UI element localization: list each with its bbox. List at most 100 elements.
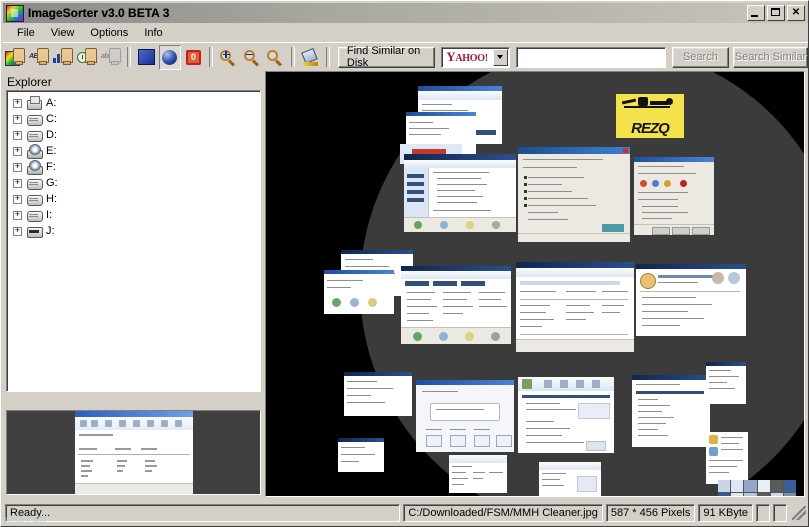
resize-grip[interactable]: [792, 506, 806, 520]
image-preview-pane[interactable]: [6, 410, 261, 495]
thumbnail-item[interactable]: [449, 455, 507, 493]
sort-by-date-button[interactable]: [76, 45, 98, 70]
search-button[interactable]: Search: [671, 46, 729, 68]
thumbnail-item[interactable]: [636, 264, 746, 336]
application-window: ImageSorter v3.0 BETA 3 ✕ File View Opti…: [0, 0, 809, 527]
thumbnail-item[interactable]: [416, 380, 514, 452]
status-file-size: 91 KByte: [698, 504, 753, 522]
mosaic-thumbnail-grid[interactable]: [718, 480, 796, 496]
cd-drive-icon: [26, 160, 43, 175]
tree-node-d[interactable]: + D:: [13, 127, 260, 143]
title-bar: ImageSorter v3.0 BETA 3 ✕: [3, 3, 808, 23]
expand-icon[interactable]: +: [13, 226, 22, 236]
thumbnail-item[interactable]: [338, 438, 384, 472]
bars-sort-icon: [53, 48, 73, 66]
color-sort-icon: [5, 48, 25, 66]
sort-by-color-button[interactable]: [4, 45, 26, 70]
chevron-down-icon[interactable]: [492, 48, 508, 66]
search-input[interactable]: [515, 46, 666, 68]
tree-node-j[interactable]: + J:: [13, 223, 260, 239]
tree-node-h[interactable]: + H:: [13, 191, 260, 207]
thumbnail-item[interactable]: [404, 154, 516, 232]
menu-bar: File View Options Info: [3, 24, 808, 41]
drive-label: G:: [46, 177, 58, 189]
close-button[interactable]: ✕: [787, 5, 805, 21]
expand-icon[interactable]: +: [13, 194, 22, 204]
preview-thumbnail: [74, 411, 193, 494]
thumbnail-item[interactable]: [632, 375, 710, 447]
thumbnail-item[interactable]: [516, 262, 634, 352]
window-controls: ✕: [747, 5, 805, 21]
tree-node-e[interactable]: + E:: [13, 143, 260, 159]
expand-icon[interactable]: +: [13, 162, 22, 172]
abc-sort-icon: ABC: [29, 48, 49, 66]
find-similar-on-disk-button[interactable]: Find Similar on Disk: [337, 45, 436, 69]
sort-by-name-button[interactable]: ABC: [28, 45, 50, 70]
window-title: ImageSorter v3.0 BETA 3: [28, 6, 170, 20]
thumb-statusbar: [74, 483, 193, 494]
cd-drive-icon: [26, 144, 43, 159]
rezo-graphic: [620, 96, 680, 110]
yahoo-logo: YAHOO!: [446, 49, 488, 64]
hard-drive-icon: [26, 176, 43, 190]
expand-icon[interactable]: +: [13, 130, 22, 140]
sort-by-size-button[interactable]: [52, 45, 74, 70]
thumbnail-item[interactable]: [706, 432, 748, 484]
drive-label: D:: [46, 129, 57, 141]
expand-icon[interactable]: +: [13, 146, 22, 156]
thumb-content: [74, 430, 193, 484]
toolbar-separator: [127, 47, 131, 67]
thumbnail-item[interactable]: [634, 157, 714, 235]
zoom-out-button[interactable]: [241, 45, 262, 70]
zoom-in-button[interactable]: [218, 45, 239, 70]
similarity-map-canvas[interactable]: REZQ: [265, 71, 805, 497]
toolbar-separator-4: [326, 47, 330, 67]
rezo-label: REZQ: [631, 120, 670, 137]
menu-view[interactable]: View: [43, 26, 83, 40]
menu-file[interactable]: File: [9, 26, 43, 40]
toolbar: ABC abc 0 Find Similar on Disk YAHOO! Se…: [3, 42, 809, 71]
tree-node-f[interactable]: + F:: [13, 159, 260, 175]
expand-icon[interactable]: +: [13, 178, 22, 188]
menu-options[interactable]: Options: [82, 26, 136, 40]
tree-node-a[interactable]: + A:: [13, 95, 260, 111]
toolbar-separator-2: [209, 47, 213, 67]
search-similar-button[interactable]: Search Similar: [733, 46, 809, 68]
thumbnail-item[interactable]: [539, 462, 601, 496]
thumb-toolbar: [74, 417, 193, 431]
thumbnail-item[interactable]: [324, 270, 394, 314]
background-color-button[interactable]: [300, 45, 321, 70]
expand-icon[interactable]: +: [13, 114, 22, 124]
expand-icon[interactable]: +: [13, 210, 22, 220]
menu-info[interactable]: Info: [136, 26, 170, 40]
thumbnail-item[interactable]: [518, 147, 630, 242]
thumbnail-item[interactable]: [344, 372, 412, 416]
thumbnail-item[interactable]: [518, 377, 614, 453]
view-3d-button[interactable]: [159, 44, 181, 70]
tree-node-c[interactable]: + C:: [13, 111, 260, 127]
paint-bucket-icon: [300, 47, 320, 66]
status-slot-2: [773, 504, 787, 522]
explorer-tree[interactable]: + A: + C: + D: + E: + F: + G: + H: + I: …: [6, 90, 261, 392]
removable-drive-icon: [26, 224, 43, 238]
hard-drive-icon: [26, 112, 43, 126]
rezo-logo-thumbnail[interactable]: REZQ: [616, 94, 684, 138]
drive-label: F:: [46, 161, 56, 173]
tree-node-i[interactable]: + I:: [13, 207, 260, 223]
zoom-reset-icon: [266, 49, 284, 67]
search-engine-dropdown[interactable]: YAHOO!: [441, 46, 510, 68]
status-text: Ready...: [5, 504, 401, 522]
zoom-in-icon: [219, 49, 237, 67]
thumbnail-item[interactable]: [401, 266, 511, 344]
status-dimensions: 587 * 456 Pixels: [605, 504, 696, 522]
toolbar-separator-3: [291, 47, 295, 67]
app-icon: [6, 4, 24, 22]
view-2d-button[interactable]: [136, 45, 157, 70]
maximize-button[interactable]: [767, 5, 785, 21]
zoom-reset-button[interactable]: [265, 45, 286, 70]
tree-node-g[interactable]: + G:: [13, 175, 260, 191]
minimize-button[interactable]: [747, 5, 765, 21]
expand-icon[interactable]: +: [13, 98, 22, 108]
stop-button[interactable]: 0: [183, 45, 204, 70]
thumbnail-item[interactable]: [706, 362, 746, 404]
